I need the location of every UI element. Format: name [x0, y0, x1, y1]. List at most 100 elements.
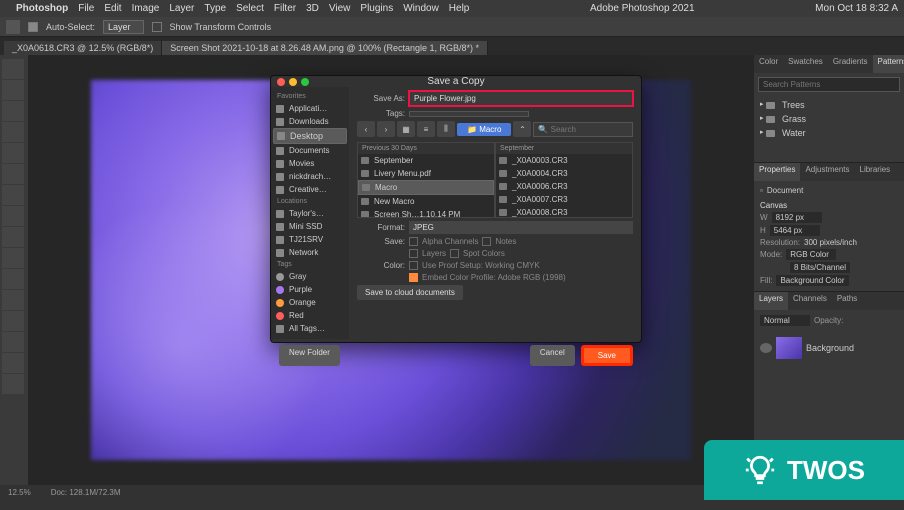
tab-gradients[interactable]: Gradients — [828, 55, 873, 73]
alpha-checkbox[interactable]: Alpha Channels — [409, 237, 478, 246]
tab-layers[interactable]: Layers — [754, 292, 788, 310]
sidebar-tag-all[interactable]: All Tags… — [273, 322, 347, 335]
tab-adjustments[interactable]: Adjustments — [800, 163, 854, 181]
tab-channels[interactable]: Channels — [788, 292, 832, 310]
sidebar-item-downloads[interactable]: Downloads — [273, 115, 347, 128]
layer-row[interactable]: Background — [758, 335, 900, 361]
tab-patterns[interactable]: Patterns — [873, 55, 904, 73]
sidebar-tag-purple[interactable]: Purple — [273, 283, 347, 296]
format-dropdown[interactable]: JPEG — [409, 221, 633, 234]
spot-checkbox[interactable]: Spot Colors — [450, 249, 505, 258]
file-column[interactable]: Previous 30 Days September Livery Menu.p… — [357, 142, 495, 218]
tool-button[interactable] — [2, 164, 24, 184]
visibility-icon[interactable] — [760, 343, 772, 353]
menu-type[interactable]: Type — [204, 3, 226, 14]
tool-button[interactable] — [2, 206, 24, 226]
sidebar-item-home[interactable]: nickdrach… — [273, 170, 347, 183]
width-value[interactable]: 8192 px — [772, 212, 822, 223]
file-column[interactable]: September _X0A0003.CR3 _X0A0004.CR3 _X0A… — [495, 142, 633, 218]
save-to-cloud-button[interactable]: Save to cloud documents — [357, 285, 463, 300]
list-item[interactable]: September — [358, 154, 494, 167]
menu-image[interactable]: Image — [132, 3, 160, 14]
forward-button[interactable]: › — [377, 121, 395, 137]
menu-edit[interactable]: Edit — [104, 3, 121, 14]
transform-controls-checkbox[interactable] — [152, 22, 162, 32]
tool-button[interactable] — [2, 185, 24, 205]
sidebar-tag-orange[interactable]: Orange — [273, 296, 347, 309]
list-item[interactable]: Macro — [358, 180, 494, 195]
menu-help[interactable]: Help — [449, 3, 470, 14]
sidebar-tag-gray[interactable]: Gray — [273, 270, 347, 283]
notes-checkbox[interactable]: Notes — [482, 237, 516, 246]
tab-paths[interactable]: Paths — [832, 292, 862, 310]
back-button[interactable]: ‹ — [357, 121, 375, 137]
tab-properties[interactable]: Properties — [754, 163, 800, 181]
tree-item[interactable]: Trees — [758, 98, 900, 112]
list-item[interactable]: Screen Sh…1.10.14 PM — [358, 208, 494, 218]
list-item[interactable]: New Macro — [358, 195, 494, 208]
auto-select-checkbox[interactable] — [28, 22, 38, 32]
sidebar-item-movies[interactable]: Movies — [273, 157, 347, 170]
tool-button[interactable] — [2, 101, 24, 121]
sidebar-item-location[interactable]: TJ21SRV — [273, 233, 347, 246]
sidebar-item-creative[interactable]: Creative… — [273, 183, 347, 196]
sidebar-item-location[interactable]: Taylor's… — [273, 207, 347, 220]
sidebar-item-desktop[interactable]: Desktop — [273, 128, 347, 144]
tab-libraries[interactable]: Libraries — [855, 163, 896, 181]
tool-button[interactable] — [2, 248, 24, 268]
menu-select[interactable]: Select — [236, 3, 264, 14]
view-list-icon[interactable]: ≡ — [417, 121, 435, 137]
tool-button[interactable] — [2, 332, 24, 352]
bits-value[interactable]: 8 Bits/Channel — [790, 262, 850, 273]
list-item[interactable]: _X0A0008.CR3 — [496, 206, 632, 218]
view-grid-icon[interactable]: ▦ — [397, 121, 415, 137]
tool-button[interactable] — [2, 374, 24, 394]
list-item[interactable]: Livery Menu.pdf — [358, 167, 494, 180]
filename-input[interactable]: Purple Flower.jpg — [409, 91, 633, 106]
document-tab[interactable]: Screen Shot 2021-10-18 at 8.26.48 AM.png… — [162, 41, 488, 55]
menu-filter[interactable]: Filter — [274, 3, 296, 14]
height-value[interactable]: 5464 px — [770, 225, 820, 236]
list-item[interactable]: _X0A0004.CR3 — [496, 167, 632, 180]
tool-button[interactable] — [2, 290, 24, 310]
embed-profile-checkbox[interactable]: Embed Color Profile: Adobe RGB (1998) — [409, 273, 566, 282]
new-folder-button[interactable]: New Folder — [279, 345, 340, 366]
menu-plugins[interactable]: Plugins — [360, 3, 393, 14]
layers-checkbox[interactable]: Layers — [409, 249, 446, 258]
tool-button[interactable] — [2, 311, 24, 331]
tool-button[interactable] — [2, 59, 24, 79]
app-name[interactable]: Photoshop — [16, 3, 68, 14]
tool-button[interactable] — [2, 122, 24, 142]
sidebar-item-documents[interactable]: Documents — [273, 144, 347, 157]
fill-value[interactable]: Background Color — [776, 275, 848, 286]
tab-swatches[interactable]: Swatches — [783, 55, 828, 73]
dialog-search[interactable]: 🔍 Search — [533, 122, 633, 137]
tool-button[interactable] — [2, 143, 24, 163]
tool-button[interactable] — [2, 227, 24, 247]
view-columns-icon[interactable]: ⫼ — [437, 121, 455, 137]
menu-window[interactable]: Window — [403, 3, 439, 14]
auto-select-dropdown[interactable]: Layer — [103, 20, 144, 34]
blend-mode-dropdown[interactable]: Normal — [760, 315, 810, 326]
list-item[interactable]: _X0A0003.CR3 — [496, 154, 632, 167]
sidebar-item-location[interactable]: Mini SSD — [273, 220, 347, 233]
tool-button[interactable] — [2, 269, 24, 289]
menu-view[interactable]: View — [329, 3, 351, 14]
close-icon[interactable] — [277, 78, 285, 86]
menu-file[interactable]: File — [78, 3, 94, 14]
mode-value[interactable]: RGB Color — [786, 249, 836, 260]
list-item[interactable]: _X0A0006.CR3 — [496, 180, 632, 193]
menu-layer[interactable]: Layer — [169, 3, 194, 14]
patterns-search[interactable]: Search Patterns — [758, 77, 900, 92]
sidebar-item-location[interactable]: Network — [273, 246, 347, 259]
sidebar-item-applications[interactable]: Applicati… — [273, 102, 347, 115]
tree-item[interactable]: Water — [758, 126, 900, 140]
sidebar-tag-red[interactable]: Red — [273, 309, 347, 322]
tags-input[interactable] — [409, 111, 529, 117]
proof-checkbox[interactable]: Use Proof Setup: Working CMYK — [409, 261, 540, 270]
list-item[interactable]: _X0A0007.CR3 — [496, 193, 632, 206]
tab-color[interactable]: Color — [754, 55, 783, 73]
zoom-level[interactable]: 12.5% — [8, 488, 31, 497]
move-tool-icon[interactable] — [6, 20, 20, 34]
tree-item[interactable]: Grass — [758, 112, 900, 126]
